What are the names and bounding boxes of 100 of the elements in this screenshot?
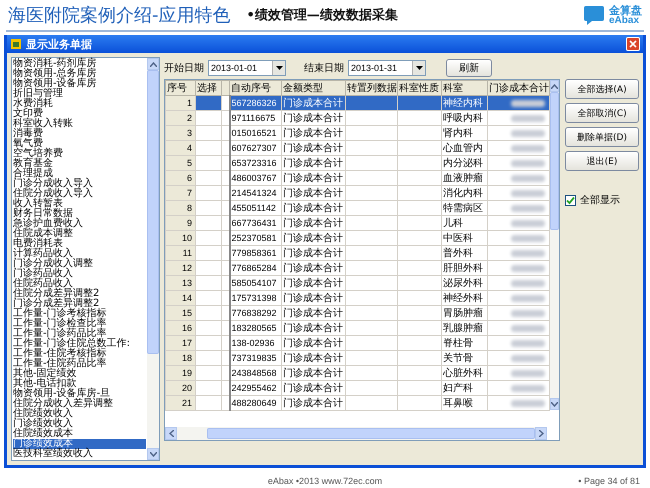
- table-cell: 243848568: [230, 366, 282, 380]
- slide-subtitle: •绩效管理—绩效数据采集: [246, 6, 398, 24]
- slide-title: 海医附院案例介绍-应用特色: [8, 4, 230, 27]
- table-cell: 门诊成本合计: [282, 336, 346, 350]
- list-item[interactable]: 水费消耗: [13, 99, 146, 109]
- table-cell: 脊柱骨: [442, 336, 488, 350]
- list-item[interactable]: 住院绩效收入: [13, 409, 146, 419]
- blurred-value: [511, 400, 545, 406]
- action-button[interactable]: 全部选择(A): [565, 79, 639, 99]
- list-item[interactable]: 计算药品收入: [13, 249, 146, 259]
- table-cell: 肾内科: [442, 126, 488, 140]
- list-item[interactable]: 教育基金: [13, 159, 146, 169]
- action-button[interactable]: 全部取消(C): [565, 103, 639, 123]
- date-dropdown[interactable]: 2013-01-31: [348, 60, 426, 76]
- list-item[interactable]: 电费消耗表: [13, 239, 146, 249]
- list-item[interactable]: 工作量-门诊检查比率: [13, 319, 146, 329]
- end-date-label: 结束日期: [304, 62, 344, 75]
- list-item[interactable]: 住院分成收入导入: [13, 189, 146, 199]
- list-item[interactable]: 工作量-门诊考核指标: [13, 309, 146, 319]
- row-number: 13: [166, 276, 196, 290]
- list-item[interactable]: 住院分成差异调整2: [13, 289, 146, 299]
- list-item[interactable]: 工作量-住院药品比率: [13, 359, 146, 369]
- list-item[interactable]: 急诊护血费收入: [13, 219, 146, 229]
- list-item[interactable]: 住院绩效成本: [13, 429, 146, 439]
- caret-left-icon: [168, 430, 174, 437]
- blurred-value: [511, 370, 545, 376]
- list-item[interactable]: 门诊分成收入导入: [13, 179, 146, 189]
- action-button[interactable]: 删除单据(D): [565, 127, 639, 147]
- list-item[interactable]: 医技科室绩效收入: [13, 449, 146, 459]
- list-item[interactable]: 门诊分成差异调整2: [13, 299, 146, 309]
- close-button[interactable]: [626, 37, 640, 51]
- blurred-value: [511, 190, 545, 196]
- table-cell: 138-02936: [230, 336, 282, 350]
- table-cell: 653723316: [230, 156, 282, 170]
- table-cell: 门诊成本合计: [282, 350, 346, 366]
- table-cell: 消化内科: [442, 186, 488, 200]
- refresh-button[interactable]: 刷新: [446, 59, 492, 77]
- close-icon: [629, 40, 637, 48]
- column-header[interactable]: 自动序号: [230, 80, 282, 96]
- list-item[interactable]: 物资领用-设备库房-旦: [13, 389, 146, 399]
- list-item[interactable]: 住院分成收入差异调整: [13, 399, 146, 409]
- list-item[interactable]: 折旧与管理: [13, 89, 146, 99]
- list-item[interactable]: 消毒费: [13, 129, 146, 139]
- row-number: 15: [166, 306, 196, 320]
- blurred-value: [511, 340, 545, 346]
- list-item[interactable]: 氧气费: [13, 139, 146, 149]
- list-item[interactable]: 工作量-门诊药品比率: [13, 329, 146, 339]
- date-dropdown[interactable]: 2013-01-01: [208, 60, 286, 76]
- list-item[interactable]: 科室收入转账: [13, 119, 146, 129]
- list-item[interactable]: 工作量-住院考核指标: [13, 349, 146, 359]
- list-item[interactable]: 住院药品收入: [13, 279, 146, 289]
- blurred-value: [511, 294, 545, 302]
- list-item[interactable]: 财务日常数据: [13, 209, 146, 219]
- list-item[interactable]: 空气培养费: [13, 149, 146, 159]
- list-item[interactable]: 物资领用-设备库房: [13, 79, 146, 89]
- list-item[interactable]: 其他-电话扣款: [13, 379, 146, 389]
- column-header[interactable]: 科室性质: [398, 80, 442, 96]
- column-header[interactable]: 序号: [166, 80, 196, 96]
- list-item[interactable]: 收入转暂表: [13, 199, 146, 209]
- table-cell: 门诊成本合计: [282, 110, 346, 126]
- blurred-value: [511, 310, 545, 316]
- list-item[interactable]: 住院成本调整: [13, 229, 146, 239]
- table-cell: 心脏外科: [442, 366, 488, 380]
- blurred-value: [511, 324, 545, 332]
- window-title: 显示业务单据: [26, 36, 92, 52]
- list-item[interactable]: 物资消耗-药剂库房: [13, 59, 146, 69]
- list-item[interactable]: 门诊分成收入调整: [13, 259, 146, 269]
- table-cell: 特需病区: [442, 200, 488, 216]
- list-item[interactable]: 物资领用-总务库房: [13, 69, 146, 79]
- table-cell: 门诊成本合计: [282, 216, 346, 230]
- table-cell: 门诊成本合计: [282, 156, 346, 170]
- caret-up-icon: [150, 62, 156, 66]
- column-header[interactable]: 转置列数据: [346, 80, 398, 96]
- list-item[interactable]: 其他-固定绩效: [13, 369, 146, 379]
- column-header[interactable]: 金额类型: [282, 80, 346, 96]
- table-cell: 心血管内: [442, 140, 488, 156]
- list-item[interactable]: 合理提成: [13, 169, 146, 179]
- action-button[interactable]: 退出(E): [565, 151, 639, 171]
- column-header[interactable]: 选择: [196, 80, 222, 96]
- table-cell: 妇产科: [442, 380, 488, 396]
- grid-scrollbar[interactable]: [550, 80, 559, 410]
- list-item[interactable]: 门诊药品收入: [13, 269, 146, 279]
- list-item[interactable]: 工作量-门诊住院总数工作:: [13, 339, 146, 349]
- column-header[interactable]: 门诊成本合计: [488, 80, 550, 96]
- table-cell: 门诊成本合计: [282, 380, 346, 396]
- column-header[interactable]: 科室: [442, 80, 488, 96]
- logo-sub: eAbax: [609, 16, 640, 26]
- blurred-value: [511, 130, 545, 136]
- show-all-checkbox[interactable]: 全部显示: [565, 193, 639, 207]
- table-cell: 神经外科: [442, 290, 488, 306]
- blurred-value: [511, 100, 545, 106]
- list-item[interactable]: 文印费: [13, 109, 146, 119]
- horizontal-scrollbar[interactable]: [165, 427, 547, 440]
- table-cell: 486003767: [230, 170, 282, 186]
- caret-down-icon: [276, 66, 282, 70]
- app-icon: [10, 38, 22, 50]
- list-item[interactable]: 门诊绩效收入: [13, 419, 146, 429]
- list-scrollbar[interactable]: [147, 58, 159, 460]
- table-cell: 567286326: [230, 96, 282, 110]
- footer-text: eAbax •2013 www.72ec.com: [266, 476, 384, 486]
